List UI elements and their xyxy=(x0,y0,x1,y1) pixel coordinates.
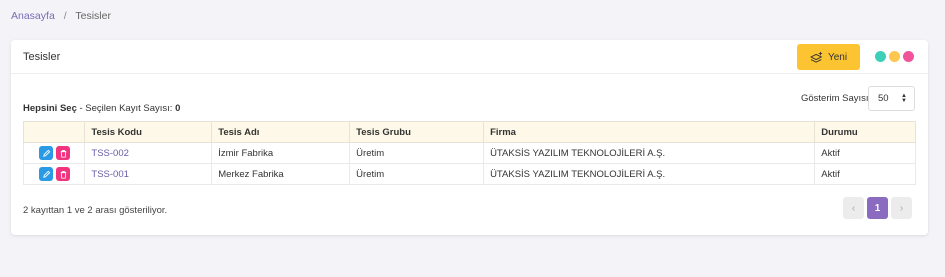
column-header-company[interactable]: Firma xyxy=(483,121,816,143)
breadcrumb-home-link[interactable]: Anasayfa xyxy=(11,10,55,22)
new-button-label: Yeni xyxy=(827,51,848,63)
pencil-icon xyxy=(42,149,50,157)
breadcrumb: Anasayfa / Tesisler xyxy=(11,10,111,22)
breadcrumb-separator: / xyxy=(63,10,67,22)
column-header-code[interactable]: Tesis Kodu xyxy=(84,121,213,143)
selection-info: Hepsini Seç - Seçilen Kayıt Sayısı: 0 xyxy=(23,103,180,114)
row-actions xyxy=(22,163,86,185)
layers-plus-icon xyxy=(809,51,823,63)
facilities-card: Tesisler Yeni Hepsini Seç - Seçilen Kayı… xyxy=(11,40,928,235)
cell-company: ÜTAKSİS YAZILIM TEKNOLOJİLERİ A.Ş. xyxy=(483,142,816,164)
page-size-label: Gösterim Sayısı xyxy=(801,93,869,104)
trash-icon xyxy=(60,149,66,158)
card-title: Tesisler xyxy=(23,51,61,63)
edit-button[interactable] xyxy=(39,146,53,160)
pagination: ‹ 1 › xyxy=(843,197,912,219)
edit-button[interactable] xyxy=(39,167,53,181)
column-header-name[interactable]: Tesis Adı xyxy=(211,121,351,143)
selected-label: - Seçilen Kayıt Sayısı: xyxy=(76,103,176,114)
row-actions xyxy=(22,142,86,164)
pencil-icon xyxy=(42,170,50,178)
delete-button[interactable] xyxy=(56,146,70,160)
cell-company: ÜTAKSİS YAZILIM TEKNOLOJİLERİ A.Ş. xyxy=(483,163,816,185)
sort-caret-icon: ▲ ▼ xyxy=(901,92,907,104)
cell-status: Aktif xyxy=(814,142,916,164)
cell-code: TSS-002 xyxy=(84,142,213,164)
new-button[interactable]: Yeni xyxy=(797,44,860,70)
cell-name: İzmir Fabrika xyxy=(211,142,351,164)
table-row[interactable]: TSS-001 Merkez Fabrika Üretim ÜTAKSİS YA… xyxy=(22,163,916,185)
select-all-link[interactable]: Hepsini Seç xyxy=(23,103,77,114)
selected-count: 0 xyxy=(175,103,181,114)
next-page-button[interactable]: › xyxy=(891,197,912,219)
column-header-group[interactable]: Tesis Grubu xyxy=(349,121,485,143)
facility-code-link[interactable]: TSS-002 xyxy=(91,148,129,159)
cell-name: Merkez Fabrika xyxy=(211,163,351,185)
theme-dot-pink[interactable] xyxy=(903,51,914,62)
delete-button[interactable] xyxy=(56,167,70,181)
page-size-select[interactable]: 50 ▲ ▼ xyxy=(868,86,915,111)
theme-dot-teal[interactable] xyxy=(875,51,886,62)
facilities-table: Tesis Kodu Tesis Adı Tesis Grubu Firma D… xyxy=(22,121,916,185)
records-info: 2 kayıttan 1 ve 2 arası gösteriliyor. xyxy=(23,205,168,216)
breadcrumb-current: Tesisler xyxy=(75,10,111,22)
cell-code: TSS-001 xyxy=(84,163,213,185)
trash-icon xyxy=(60,170,66,179)
table-header-row: Tesis Kodu Tesis Adı Tesis Grubu Firma D… xyxy=(22,121,916,143)
cell-group: Üretim xyxy=(349,163,485,185)
table-row[interactable]: TSS-002 İzmir Fabrika Üretim ÜTAKSİS YAZ… xyxy=(22,142,916,164)
page-button-current[interactable]: 1 xyxy=(867,197,888,219)
prev-page-button[interactable]: ‹ xyxy=(843,197,864,219)
theme-dots xyxy=(875,51,914,62)
column-header-actions xyxy=(22,121,86,143)
column-header-status[interactable]: Durumu xyxy=(814,121,916,143)
cell-status: Aktif xyxy=(814,163,916,185)
theme-dot-yellow[interactable] xyxy=(889,51,900,62)
cell-group: Üretim xyxy=(349,142,485,164)
facility-code-link[interactable]: TSS-001 xyxy=(91,169,129,180)
card-header: Tesisler Yeni xyxy=(11,40,928,74)
page-size-value: 50 xyxy=(878,93,889,104)
